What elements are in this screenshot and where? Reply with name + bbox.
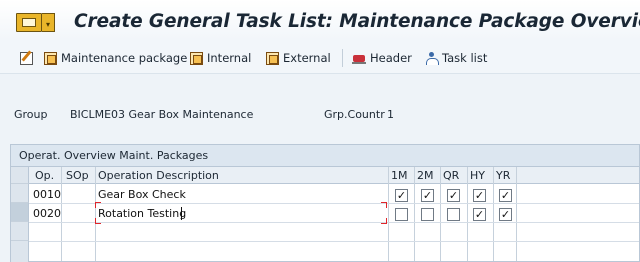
- column-header-description[interactable]: Operation Description: [98, 169, 219, 182]
- package-checkbox[interactable]: ✓: [499, 189, 512, 202]
- table-header: Op. SOp Operation Description 1M 2M QR H…: [11, 167, 639, 184]
- group-label: Group: [14, 108, 48, 121]
- column-divider: [493, 167, 494, 261]
- window-title: Create General Task List: Maintenance Pa…: [74, 11, 640, 32]
- focus-corner: [95, 202, 101, 208]
- column-header-sop[interactable]: SOp: [66, 169, 89, 182]
- menu-dropdown-icon[interactable]: ▾: [42, 13, 55, 32]
- maintenance-package-icon: [44, 51, 57, 65]
- row-divider: [29, 241, 639, 242]
- column-header-hy[interactable]: HY: [470, 169, 485, 182]
- package-checkbox[interactable]: ✓: [473, 189, 486, 202]
- sap-menu-icon[interactable]: [16, 13, 42, 32]
- column-divider: [388, 167, 389, 261]
- external-icon: [266, 51, 279, 65]
- header-button[interactable]: Header: [352, 50, 412, 66]
- row-selector[interactable]: [11, 203, 29, 222]
- package-checkbox[interactable]: ✓: [447, 189, 460, 202]
- grp-countr-label: Grp.Countr: [324, 108, 385, 121]
- package-checkbox[interactable]: ✓: [421, 189, 434, 202]
- table-title: Operat. Overview Maint. Packages: [11, 145, 639, 167]
- package-checkbox[interactable]: [395, 208, 408, 221]
- column-divider: [440, 167, 441, 261]
- op-cell[interactable]: 0010: [33, 188, 61, 201]
- external-label: External: [283, 51, 331, 65]
- toolbar-separator: [342, 49, 343, 67]
- header-label: Header: [370, 51, 412, 65]
- external-button[interactable]: External: [266, 50, 331, 66]
- internal-button[interactable]: Internal: [190, 50, 251, 66]
- internal-icon: [190, 51, 203, 65]
- op-cell[interactable]: 0020: [33, 207, 61, 220]
- group-value: BICLME03 Gear Box Maintenance: [70, 108, 254, 121]
- package-checkbox[interactable]: [421, 208, 434, 221]
- task-list-icon: [425, 51, 439, 65]
- package-checkbox[interactable]: ✓: [499, 208, 512, 221]
- column-header-yr[interactable]: YR: [496, 169, 510, 182]
- task-list-button[interactable]: Task list: [425, 50, 487, 66]
- column-divider: [414, 167, 415, 261]
- column-header-qr[interactable]: QR: [443, 169, 459, 182]
- column-divider: [467, 167, 468, 261]
- row-selector[interactable]: [11, 184, 29, 203]
- column-header-1m[interactable]: 1M: [391, 169, 408, 182]
- column-divider: [61, 167, 62, 261]
- column-header-2m[interactable]: 2M: [417, 169, 434, 182]
- focus-frame: [95, 202, 387, 224]
- header-icon: [352, 52, 366, 65]
- select-all-button[interactable]: [11, 167, 29, 184]
- row-selector[interactable]: [11, 241, 29, 262]
- package-checkbox[interactable]: [447, 208, 460, 221]
- maintenance-package-label: Maintenance package: [61, 51, 188, 65]
- focus-corner: [381, 218, 387, 224]
- package-checkbox[interactable]: ✓: [473, 208, 486, 221]
- maintenance-package-button[interactable]: Maintenance package: [44, 50, 187, 66]
- grp-countr-value: 1: [387, 108, 394, 121]
- edit-icon: [20, 51, 33, 65]
- column-header-op[interactable]: Op.: [35, 169, 54, 182]
- internal-label: Internal: [207, 51, 252, 65]
- title-bar: ▾ Create General Task List: Maintenance …: [0, 0, 640, 40]
- focus-corner: [381, 202, 387, 208]
- task-list-label: Task list: [442, 51, 488, 65]
- application-toolbar: Maintenance package Internal External He…: [0, 40, 640, 74]
- description-cell[interactable]: Gear Box Check: [98, 188, 186, 201]
- focus-corner: [95, 218, 101, 224]
- column-divider: [516, 167, 517, 261]
- text-caret: [181, 207, 182, 220]
- edit-button[interactable]: [20, 50, 37, 66]
- package-checkbox[interactable]: ✓: [395, 189, 408, 202]
- row-selector[interactable]: [11, 222, 29, 241]
